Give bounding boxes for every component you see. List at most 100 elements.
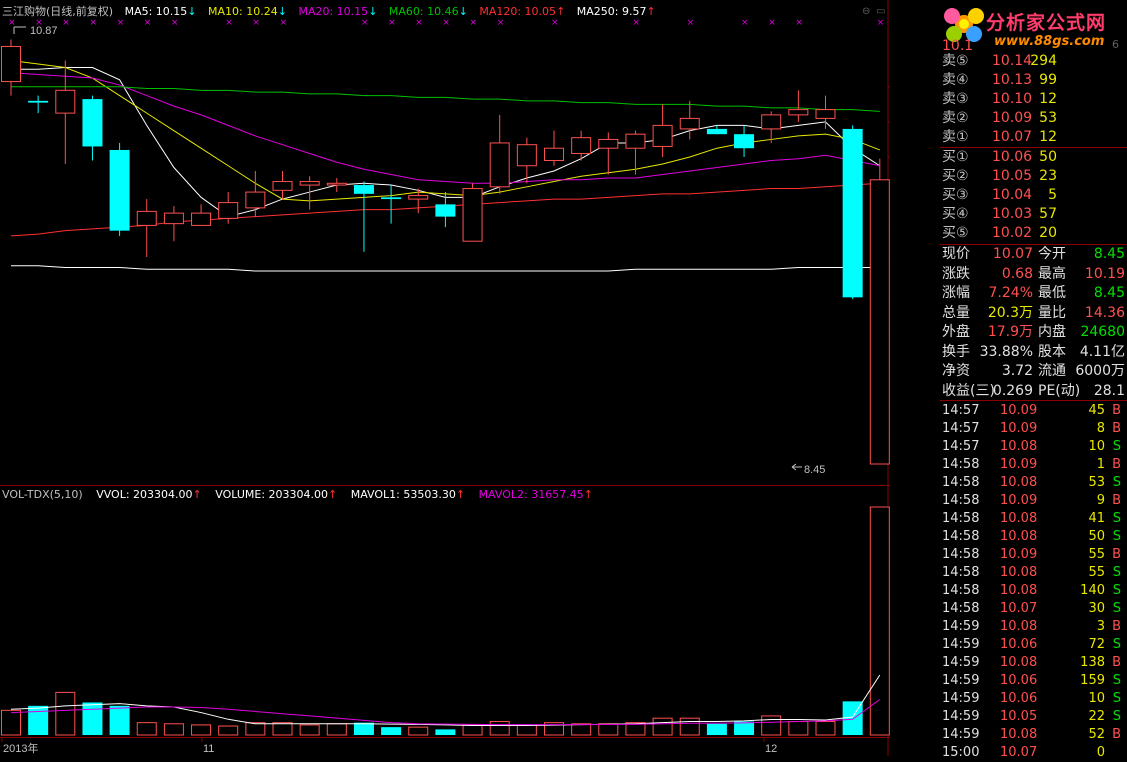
trade-row: 14:58 10.08 50 S	[942, 528, 1127, 546]
trade-volume: 138	[1080, 655, 1105, 670]
volume-chart[interactable]: 200001750015000125001000075005000X102013…	[0, 486, 890, 756]
candle-body	[489, 142, 510, 188]
trade-volume: 55	[1088, 547, 1105, 562]
trade-volume: 9	[1096, 493, 1105, 508]
trade-side: B	[1112, 457, 1121, 472]
volume-bar	[1, 709, 21, 736]
candle-body	[272, 181, 293, 191]
signal-marker: ×	[252, 18, 260, 28]
candle-body	[245, 191, 266, 209]
trade-time: 14:57	[942, 439, 980, 454]
candle-body	[571, 137, 592, 154]
ma5-label: MA5: 10.15↓	[124, 5, 197, 18]
volume-bar	[218, 725, 239, 736]
stat-row: 收益(三) 0.269 PE(动) 28.1	[942, 382, 1127, 401]
signal-marker: ×	[442, 18, 450, 28]
stat-label: 换手	[942, 343, 970, 360]
stat-label: 内盘	[1038, 324, 1066, 340]
bid-row: 买② 10.05 23	[942, 167, 1127, 186]
trade-row: 14:57 10.09 8 B	[942, 420, 1127, 438]
signal-marker: ×	[117, 18, 125, 28]
volume-bar	[761, 715, 782, 736]
candle-body	[408, 195, 429, 200]
stat-value: 7.24%	[988, 285, 1033, 301]
candle	[842, 125, 863, 300]
trade-side: S	[1112, 529, 1121, 544]
trade-time: 14:58	[942, 457, 980, 472]
volume-legend: VOL-TDX(5,10) VVOL: 203304.00↑ VOLUME: 2…	[2, 488, 603, 504]
candle-body	[299, 181, 320, 186]
signal-marker: ×	[89, 18, 97, 28]
candle-body	[869, 179, 890, 465]
stat-value: 14.36	[1084, 304, 1125, 321]
price-chart-bg	[0, 0, 890, 486]
ma250-label: MA250: 9.57↑	[576, 5, 656, 18]
stat-row: 涨幅 7.24% 最低 8.45	[942, 284, 1127, 303]
volume-bar	[109, 705, 130, 735]
stat-label: 股本	[1038, 343, 1066, 360]
signal-marker: ×	[171, 18, 179, 28]
volume-bar	[869, 506, 890, 736]
trade-price: 10.09	[1000, 493, 1038, 508]
price-chart[interactable]: 10.6010.4010.2010.009.809.609.409.209.00…	[0, 0, 890, 486]
signal-marker: ×	[144, 18, 152, 28]
candle-body	[435, 204, 456, 217]
trade-side: S	[1112, 439, 1121, 454]
trade-volume: 50	[1088, 529, 1105, 544]
trade-volume: 45	[1088, 403, 1105, 418]
signal-marker: ×	[62, 18, 70, 28]
trade-price: 10.08	[1000, 727, 1038, 742]
candle-body	[191, 212, 212, 226]
ma120-label: MA120: 10.05↑	[479, 5, 566, 18]
stat-value: 20.3万	[987, 304, 1033, 321]
stat-value: 0.269	[992, 382, 1033, 399]
trade-row: 14:57 10.08 10 S	[942, 438, 1127, 456]
stat-label: 量比	[1038, 304, 1066, 321]
stat-value: 33.88%	[979, 343, 1033, 360]
trade-side: S	[1112, 601, 1121, 616]
stat-row: 净资 3.72 流通 6000万	[942, 362, 1127, 381]
trade-time: 14:58	[942, 529, 980, 544]
trade-price: 10.08	[1000, 565, 1038, 580]
signal-marker: ×	[768, 18, 776, 28]
stat-value: 28.1	[1093, 382, 1125, 399]
orderbook-divider	[940, 147, 1127, 148]
stat-row: 外盘 17.9万 内盘 24680	[942, 323, 1127, 342]
trade-side: B	[1112, 403, 1121, 418]
candle-body	[652, 124, 673, 147]
candle-body	[815, 109, 836, 119]
bid-volume: 20	[1039, 225, 1057, 241]
trade-volume: 0	[1096, 745, 1105, 760]
vvol-label: VVOL: 203304.00↑	[96, 488, 202, 501]
signal-marker: ×	[388, 18, 396, 28]
signal-marker: ×	[280, 18, 288, 28]
candle-body	[679, 117, 700, 130]
ask-row: 卖② 10.09 53	[942, 109, 1127, 128]
volume-bar	[245, 722, 266, 736]
candle-body	[353, 185, 374, 194]
trade-price: 10.08	[1000, 511, 1038, 526]
trade-volume: 10	[1088, 439, 1105, 454]
volume-bar	[598, 723, 619, 736]
trade-price: 10.08	[1000, 439, 1038, 454]
ask-row: 卖③ 10.10 12	[942, 90, 1127, 109]
bid-row: 买⑤ 10.02 20	[942, 224, 1127, 243]
stat-value: 0.68	[1001, 265, 1033, 282]
ask-label: 卖③	[942, 91, 969, 107]
trade-row: 14:58 10.07 30 S	[942, 600, 1127, 618]
candle-body	[706, 128, 727, 135]
candle-body	[82, 99, 103, 147]
volume-bar	[326, 723, 347, 736]
ask-volume: 12	[1039, 129, 1057, 145]
trade-time: 14:59	[942, 637, 980, 652]
trade-volume: 159	[1080, 673, 1105, 688]
stat-label: 最低	[1038, 285, 1066, 301]
trade-side: S	[1112, 511, 1121, 526]
signal-marker: ×	[795, 18, 803, 28]
trade-row: 15:00 10.07 0	[942, 744, 1127, 762]
trade-price: 10.06	[1000, 691, 1038, 706]
stat-row: 总量 20.3万 量比 14.36	[942, 304, 1127, 323]
ma60-label: MA60: 10.46↓	[388, 5, 468, 18]
trade-price: 10.06	[1000, 673, 1038, 688]
trade-row: 14:59 10.08 3 B	[942, 618, 1127, 636]
